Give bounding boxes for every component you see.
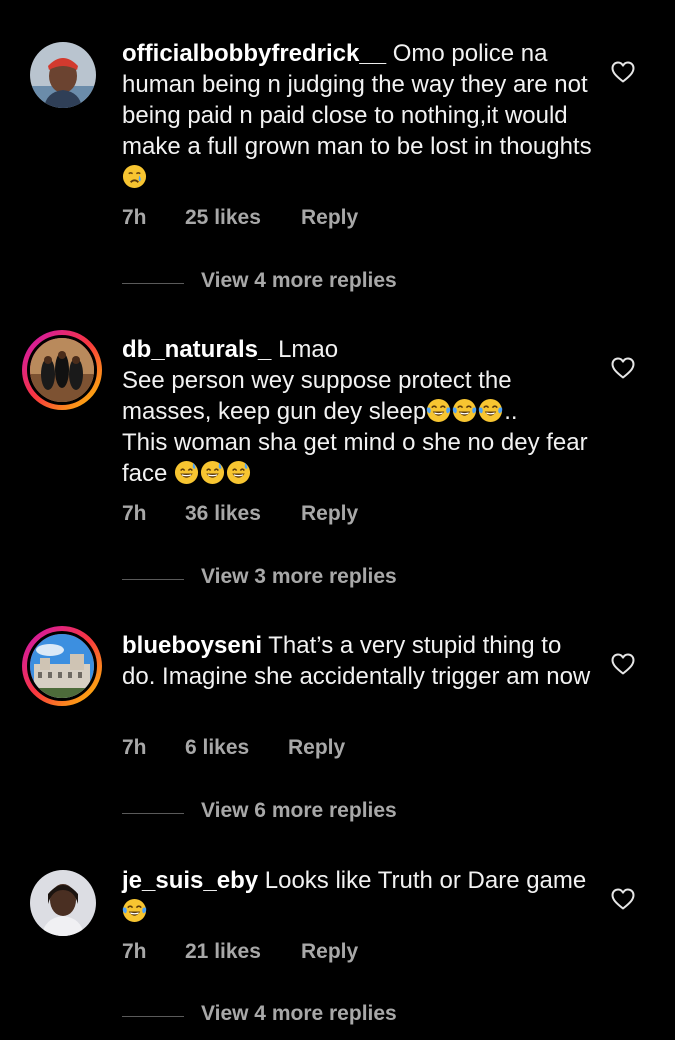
comment-likes[interactable]: 21 likes bbox=[185, 940, 261, 964]
divider bbox=[122, 283, 184, 284]
profile-photo-icon bbox=[30, 42, 96, 108]
comment-time: 7h bbox=[122, 206, 147, 229]
comment-username[interactable]: blueboyseni bbox=[122, 632, 262, 659]
comment-body: officialbobbyfredrick__ Omo police na hu… bbox=[122, 38, 592, 193]
avatar[interactable] bbox=[22, 330, 102, 410]
comment-body: je_suis_eby Looks like Truth or Dare gam… bbox=[122, 865, 592, 927]
like-heart-icon[interactable] bbox=[611, 357, 635, 379]
comment-time: 7h bbox=[122, 502, 147, 525]
reply-button[interactable]: Reply bbox=[301, 502, 358, 526]
view-replies-label[interactable]: View 4 more replies bbox=[201, 269, 397, 293]
tears-of-joy-emoji-icon bbox=[426, 398, 451, 423]
grinning-sweat-emoji-icon bbox=[200, 460, 225, 485]
comment-username[interactable]: je_suis_eby bbox=[122, 867, 258, 894]
grinning-sweat-emoji-icon bbox=[174, 460, 199, 485]
view-replies-label[interactable]: View 3 more replies bbox=[201, 565, 397, 589]
comment-username[interactable]: officialbobbyfredrick__ bbox=[122, 40, 386, 67]
like-heart-icon[interactable] bbox=[611, 888, 635, 910]
comment-time: 7h bbox=[122, 736, 147, 759]
avatar[interactable] bbox=[22, 862, 102, 942]
comment-text: Lmao bbox=[278, 336, 339, 363]
reply-button[interactable]: Reply bbox=[301, 940, 358, 964]
comment-body: db_naturals_ Lmao See person wey suppose… bbox=[122, 334, 592, 489]
profile-photo-icon bbox=[30, 870, 96, 936]
profile-photo-icon bbox=[27, 631, 97, 701]
comment-body: blueboyseni That’s a very stupid thing t… bbox=[122, 630, 592, 692]
comment-text-continued: human being n judging the way they are n… bbox=[122, 71, 592, 160]
view-replies-label[interactable]: View 6 more replies bbox=[201, 799, 397, 823]
crying-face-emoji-icon bbox=[122, 164, 147, 189]
tears-of-joy-emoji-icon bbox=[122, 898, 147, 923]
divider bbox=[122, 813, 184, 814]
tears-of-joy-emoji-icon bbox=[452, 398, 477, 423]
divider bbox=[122, 1016, 184, 1017]
comment-likes[interactable]: 25 likes bbox=[185, 206, 261, 230]
comment-likes[interactable]: 6 likes bbox=[185, 736, 249, 760]
comment-username[interactable]: db_naturals_ bbox=[122, 336, 271, 363]
avatar[interactable] bbox=[22, 626, 102, 706]
like-heart-icon[interactable] bbox=[611, 61, 635, 83]
reply-button[interactable]: Reply bbox=[288, 736, 345, 760]
comment-text-dots: .. bbox=[504, 398, 518, 425]
reply-button[interactable]: Reply bbox=[301, 206, 358, 230]
like-heart-icon[interactable] bbox=[611, 653, 635, 675]
profile-photo-icon bbox=[27, 335, 97, 405]
avatar[interactable] bbox=[22, 34, 102, 114]
grinning-sweat-emoji-icon bbox=[226, 460, 251, 485]
comment-likes[interactable]: 36 likes bbox=[185, 502, 261, 526]
comment-time: 7h bbox=[122, 940, 147, 963]
divider bbox=[122, 579, 184, 580]
tears-of-joy-emoji-icon bbox=[478, 398, 503, 423]
view-replies-label[interactable]: View 4 more replies bbox=[201, 1002, 397, 1026]
comment-text: Looks like Truth or Dare game bbox=[264, 867, 587, 894]
comment-text: Omo police na bbox=[392, 40, 548, 67]
